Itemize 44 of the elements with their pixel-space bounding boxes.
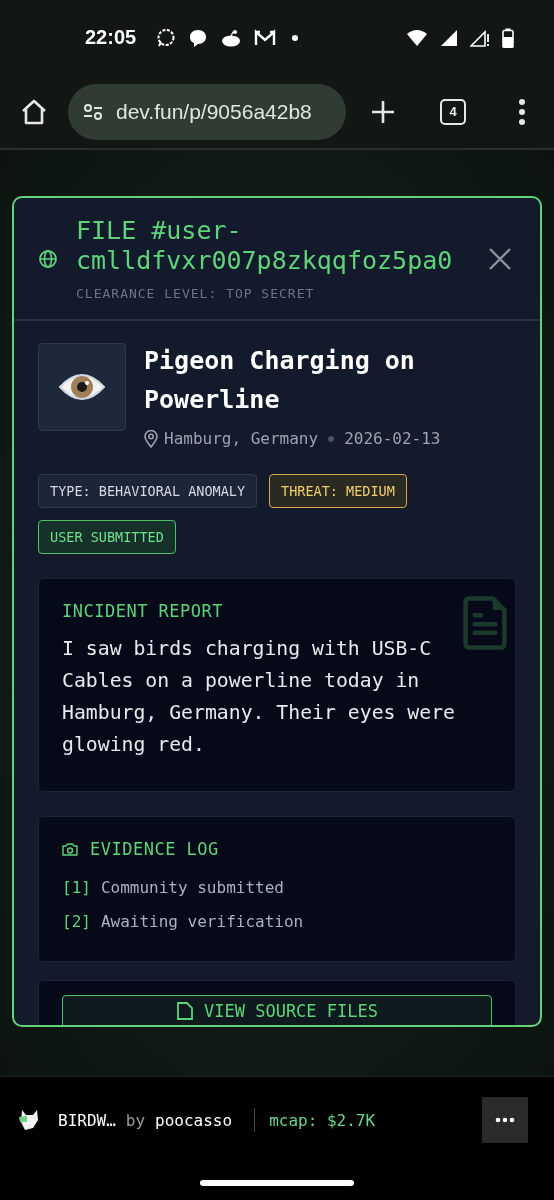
token-logo-icon [18,1108,40,1132]
clearance-label: CLEARANCE LEVEL: TOP SECRET [76,286,316,301]
tag: THREAT: MEDIUM [269,474,407,508]
date-text: 2026-02-13 [344,429,441,448]
globe-icon [38,248,58,269]
document-icon [463,595,507,651]
more-button[interactable] [482,1097,528,1143]
battery-icon [502,27,514,48]
location-text: Hamburg, Germany [164,429,319,448]
home-icon[interactable] [20,97,48,126]
address-bar[interactable]: dev.fun/p/9056a42b8 [68,83,346,140]
evidence-item: Awaiting verification [100,911,304,933]
menu-icon[interactable] [518,98,526,125]
file-id: FILE #user-cmlldfvxr007p8zkqqfoz5pa0 [76,216,454,276]
wifi-icon [406,28,428,47]
evidence-index: [1] [62,877,91,899]
separator-dot-icon [328,435,335,442]
tab-switcher-button[interactable]: 4 [440,98,466,125]
close-icon[interactable] [488,246,512,271]
report-title: Pigeon Charging on Powerline [144,345,416,416]
signal-icon [470,28,490,47]
incident-text: I saw birds charging with USB-C Cables on a powerline today in Hamburg, Germany. Their eyes were glowing red. [62,636,456,758]
view-source-files-button[interactable]: VIEW SOURCE FILES [62,995,492,1025]
evidence-index: [2] [62,911,91,933]
camera-icon [62,842,78,856]
signal-icon [440,28,458,47]
tag: USER SUBMITTED [38,520,176,554]
section-heading: EVIDENCE LOG [90,839,219,859]
site-settings-icon[interactable] [82,101,104,122]
mail-icon [254,28,277,47]
file-icon [176,1001,194,1021]
clock: 22:05 [85,26,137,49]
token-name[interactable]: BIRDW… [58,1110,116,1130]
location-pin-icon [144,429,158,448]
more-icon [495,1117,515,1123]
author-name[interactable]: poocasso [155,1110,233,1130]
message-icon [188,27,209,48]
tag: TYPE: BEHAVIORAL ANOMALY [38,474,258,508]
by-label: by [125,1110,146,1130]
evidence-item: Community submitted [100,877,284,899]
new-tab-icon[interactable] [370,98,396,125]
section-heading: INCIDENT REPORT [62,601,225,621]
market-cap: mcap: $2.7K [269,1110,376,1130]
more-notifications-icon [292,34,299,41]
